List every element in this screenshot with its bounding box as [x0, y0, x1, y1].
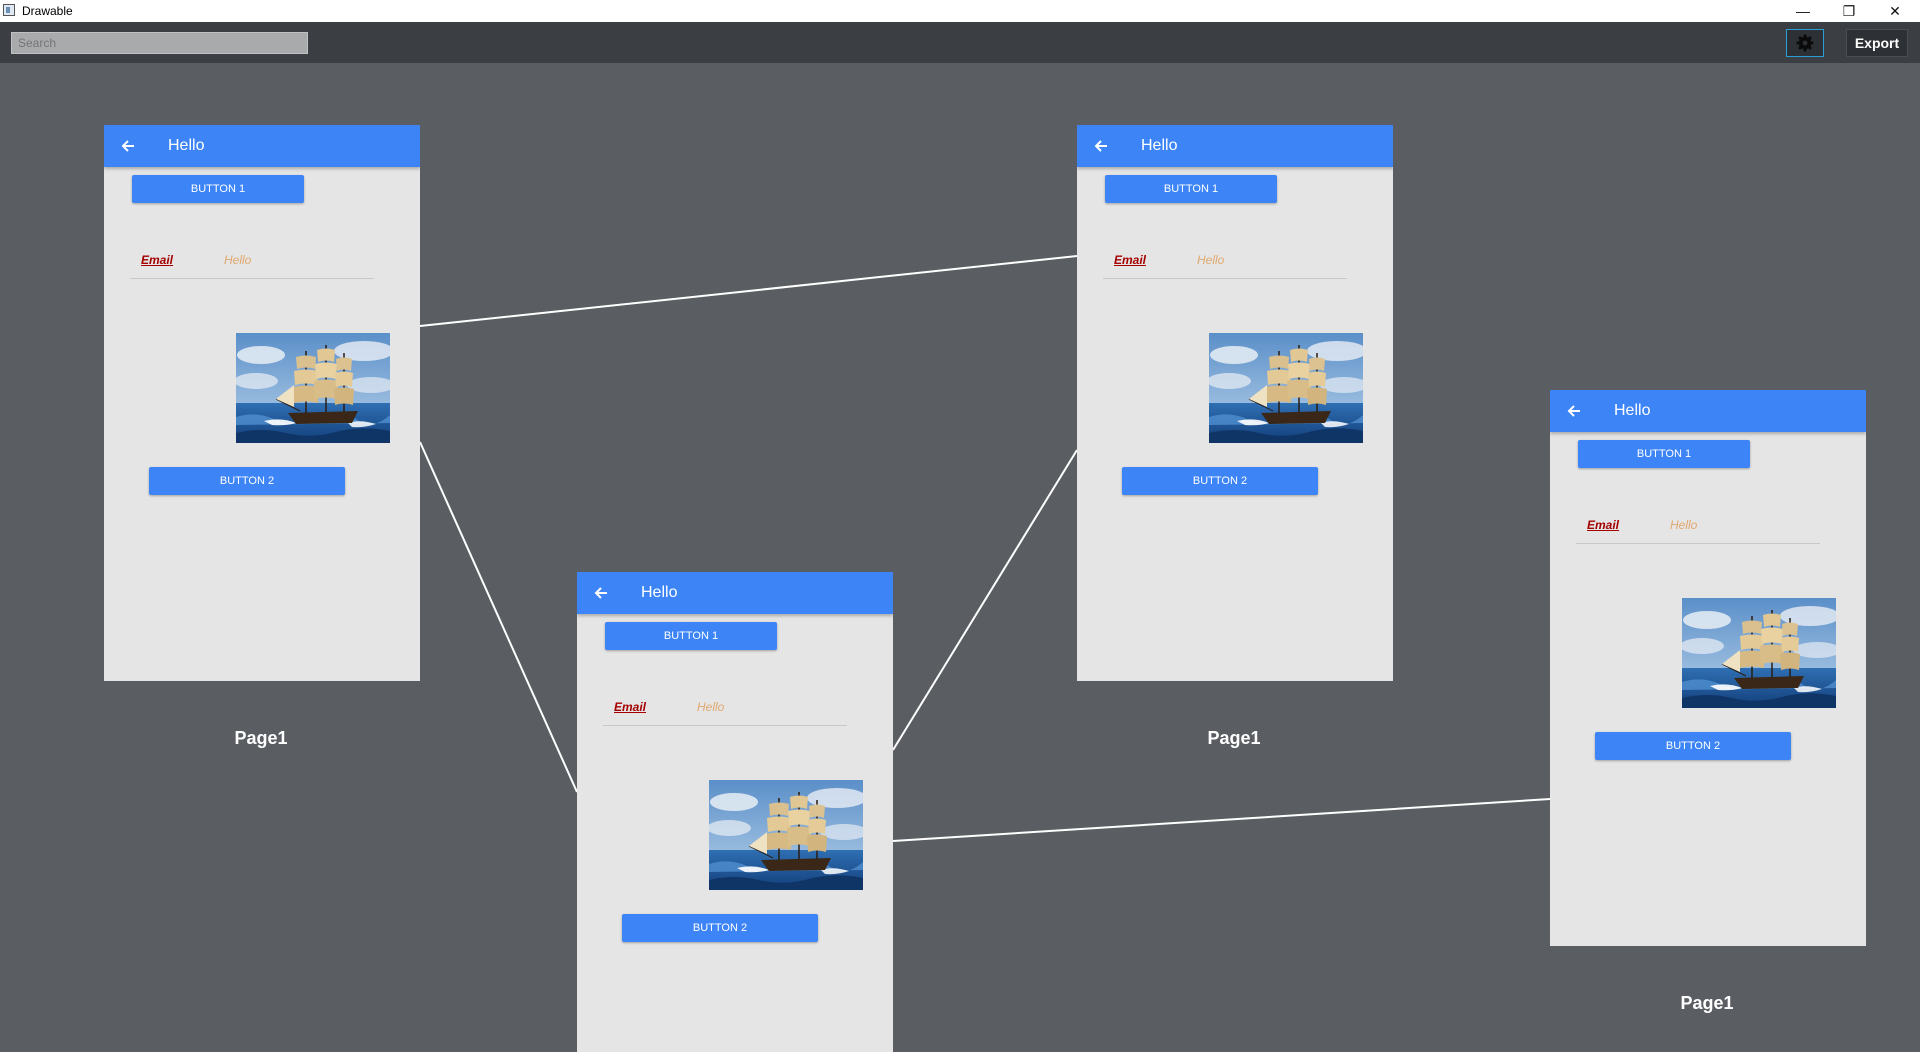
button-2[interactable]: BUTTON 2	[622, 914, 818, 942]
page-label: Page1	[1207, 728, 1261, 748]
connector-line	[419, 441, 578, 793]
button-1[interactable]: BUTTON 1	[1578, 440, 1750, 468]
email-label: Email	[1587, 518, 1620, 532]
input-underline	[603, 725, 847, 726]
button-2[interactable]: BUTTON 2	[1595, 732, 1791, 760]
button-1[interactable]: BUTTON 1	[132, 175, 304, 203]
input-underline	[1103, 278, 1347, 279]
hello-input[interactable]: Hello	[1670, 518, 1697, 532]
button-1[interactable]: BUTTON 1	[1105, 175, 1277, 203]
app-bar-title: Hello	[641, 584, 678, 601]
connector-line	[892, 798, 1551, 842]
ship-image	[236, 333, 390, 443]
screen-preview-4[interactable]: Hello BUTTON 1 Email Hello BUTTON 2	[1550, 390, 1866, 946]
screen-preview-2[interactable]: Hello BUTTON 1 Email Hello BUTTON 2	[1077, 125, 1393, 681]
page-label: Page1	[1680, 993, 1734, 1013]
email-label: Email	[141, 253, 174, 267]
hello-input[interactable]: Hello	[697, 700, 724, 714]
back-arrow-icon[interactable]	[1091, 136, 1111, 156]
button-1[interactable]: BUTTON 1	[605, 622, 777, 650]
button-2[interactable]: BUTTON 2	[149, 467, 345, 495]
back-arrow-icon[interactable]	[118, 136, 138, 156]
page-label: Page1	[234, 728, 288, 748]
back-arrow-icon[interactable]	[591, 583, 611, 603]
app-bar: Hello	[577, 572, 893, 614]
app-bar-title: Hello	[168, 137, 205, 154]
button-2[interactable]: BUTTON 2	[1122, 467, 1318, 495]
email-label: Email	[614, 700, 647, 714]
ship-image	[709, 780, 863, 890]
app-bar-title: Hello	[1141, 137, 1178, 154]
screen-preview-3[interactable]: Hello BUTTON 1 Email Hello BUTTON 2	[577, 572, 893, 1052]
hello-input[interactable]: Hello	[224, 253, 251, 267]
input-underline	[130, 278, 374, 279]
screen-preview-1[interactable]: Hello BUTTON 1 Email Hello BUTTON 2	[104, 125, 420, 681]
hello-input[interactable]: Hello	[1197, 253, 1224, 267]
ship-image	[1682, 598, 1836, 708]
app-bar-title: Hello	[1614, 402, 1651, 419]
input-underline	[1576, 543, 1820, 544]
email-label: Email	[1114, 253, 1147, 267]
app-bar: Hello	[1077, 125, 1393, 167]
back-arrow-icon[interactable]	[1564, 401, 1584, 421]
app-bar: Hello	[104, 125, 420, 167]
ship-image	[1209, 333, 1363, 443]
app-bar: Hello	[1550, 390, 1866, 432]
connector-line	[892, 449, 1078, 751]
connector-line	[419, 255, 1078, 327]
